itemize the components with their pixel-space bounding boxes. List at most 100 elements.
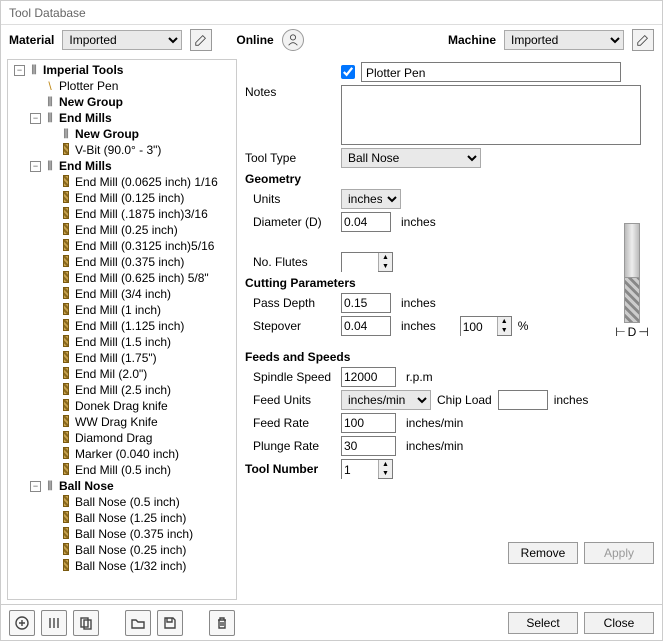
tree-node[interactable]: End Mill (0.3125 inch)5/16 [12, 238, 236, 254]
stepover-pct-spinner[interactable]: ▲▼ [460, 316, 512, 336]
endmill-icon [59, 271, 73, 286]
tree-node[interactable]: −⦀End Mills [12, 110, 236, 126]
tooltype-select[interactable]: Ball Nose [341, 148, 481, 168]
tree-node[interactable]: −⦀Imperial Tools [12, 62, 236, 78]
add-tool-button[interactable] [9, 610, 35, 636]
tree-node[interactable]: Donek Drag knife [12, 398, 236, 414]
tree-node[interactable]: −⦀Ball Nose [12, 478, 236, 494]
tree-node[interactable]: Ball Nose (1.25 inch) [12, 510, 236, 526]
tree-node[interactable]: −⦀End Mills [12, 158, 236, 174]
spin-up-icon[interactable]: ▲ [498, 317, 511, 326]
tree-node[interactable]: Marker (0.040 inch) [12, 446, 236, 462]
chipload-unit: inches [554, 393, 589, 407]
diameter-input[interactable] [341, 212, 391, 232]
units-select[interactable]: inches [341, 189, 401, 209]
tree-node[interactable]: End Mill (0.0625 inch) 1/16 [12, 174, 236, 190]
feedrate-input[interactable] [341, 413, 396, 433]
save-button[interactable] [157, 610, 183, 636]
endmill-icon [59, 303, 73, 318]
tree-node[interactable]: End Mill (3/4 inch) [12, 286, 236, 302]
endmill-icon [59, 559, 73, 574]
tree-node[interactable]: End Mill (1.125 inch) [12, 318, 236, 334]
chipload-input[interactable] [498, 390, 548, 410]
edit-material-button[interactable] [190, 29, 212, 51]
tree-node[interactable]: WW Drag Knife [12, 414, 236, 430]
tree-label: V-Bit (90.0° - 3") [75, 143, 161, 157]
group-icon: ⦀ [43, 95, 57, 110]
tree-label: Ball Nose (1/32 inch) [75, 559, 186, 573]
tree-node[interactable]: End Mill (0.375 inch) [12, 254, 236, 270]
spin-down-icon[interactable]: ▼ [498, 326, 511, 335]
tree-label: End Mill (0.0625 inch) 1/16 [75, 175, 218, 189]
tree-node[interactable]: ⦀New Group [12, 94, 236, 110]
tree-node[interactable]: End Mill (1.75") [12, 350, 236, 366]
tree-node[interactable]: ⦀New Group [12, 126, 236, 142]
spin-down-icon[interactable]: ▼ [379, 469, 392, 478]
tree-node[interactable]: Ball Nose (0.25 inch) [12, 542, 236, 558]
tree-node[interactable]: End Mill (1 inch) [12, 302, 236, 318]
tree-node[interactable]: Ball Nose (1/32 inch) [12, 558, 236, 574]
open-folder-button[interactable] [125, 610, 151, 636]
tree-label: End Mill (0.375 inch) [75, 255, 184, 269]
tree-node[interactable]: End Mil (2.0") [12, 366, 236, 382]
expand-icon[interactable]: − [30, 481, 41, 492]
expand-icon[interactable]: − [30, 113, 41, 124]
tree-node[interactable]: End Mill (0.625 inch) 5/8" [12, 270, 236, 286]
noflutes-spinner[interactable]: ▲▼ [341, 252, 393, 272]
group-icon: ⦀ [43, 111, 57, 126]
tree-node[interactable]: End Mill (0.25 inch) [12, 222, 236, 238]
chipload-label: Chip Load [437, 393, 492, 407]
spin-down-icon[interactable]: ▼ [379, 262, 392, 271]
tool-name-checkbox[interactable] [341, 65, 355, 79]
spindle-input[interactable] [341, 367, 396, 387]
notes-textarea[interactable] [341, 85, 641, 145]
material-select[interactable]: Imported [62, 30, 182, 50]
apply-button[interactable]: Apply [584, 542, 654, 564]
noflutes-input[interactable] [342, 253, 378, 273]
delete-button[interactable] [209, 610, 235, 636]
endmill-icon [59, 527, 73, 542]
tool-tree[interactable]: −⦀Imperial ToolsPlotter Pen⦀New Group−⦀E… [8, 60, 236, 599]
stepover-pct-input[interactable] [461, 317, 497, 337]
tree-label: Donek Drag knife [75, 399, 168, 413]
tree-node[interactable]: End Mill (0.5 inch) [12, 462, 236, 478]
stepover-input[interactable] [341, 316, 391, 336]
tool-name-field[interactable]: Plotter Pen [361, 62, 621, 82]
plunge-input[interactable] [341, 436, 396, 456]
tree-node[interactable]: Plotter Pen [12, 78, 236, 94]
feedunits-label: Feed Units [245, 393, 335, 407]
endmill-icon [59, 415, 73, 430]
tree-node[interactable]: End Mill (0.125 inch) [12, 190, 236, 206]
tree-node[interactable]: Diamond Drag [12, 430, 236, 446]
select-button[interactable]: Select [508, 612, 578, 634]
online-user-icon[interactable] [282, 29, 304, 51]
endmill-icon [59, 319, 73, 334]
close-button[interactable]: Close [584, 612, 654, 634]
machine-select[interactable]: Imported [504, 30, 624, 50]
toolnum-spinner[interactable]: ▲▼ [341, 459, 393, 479]
passdepth-input[interactable] [341, 293, 391, 313]
copy-tool-button[interactable] [73, 610, 99, 636]
tree-label: New Group [75, 127, 139, 141]
new-group-button[interactable] [41, 610, 67, 636]
cutting-heading: Cutting Parameters [245, 276, 654, 290]
spindle-label: Spindle Speed [245, 370, 335, 384]
toolnum-input[interactable] [342, 460, 378, 480]
window-titlebar: Tool Database [1, 1, 662, 25]
expand-icon[interactable]: − [30, 161, 41, 172]
expand-icon[interactable]: − [14, 65, 25, 76]
spin-up-icon[interactable]: ▲ [379, 460, 392, 469]
tree-node[interactable]: End Mill (1.5 inch) [12, 334, 236, 350]
remove-button[interactable]: Remove [508, 542, 578, 564]
tree-node[interactable]: End Mill (.1875 inch)3/16 [12, 206, 236, 222]
spin-up-icon[interactable]: ▲ [379, 253, 392, 262]
feedunits-select[interactable]: inches/min [341, 390, 431, 410]
diameter-label: Diameter (D) [245, 215, 335, 229]
endmill-icon [59, 511, 73, 526]
tree-node[interactable]: Ball Nose (0.375 inch) [12, 526, 236, 542]
tree-node[interactable]: End Mill (2.5 inch) [12, 382, 236, 398]
toolnum-label: Tool Number [245, 462, 335, 476]
tree-node[interactable]: V-Bit (90.0° - 3") [12, 142, 236, 158]
edit-machine-button[interactable] [632, 29, 654, 51]
tree-node[interactable]: Ball Nose (0.5 inch) [12, 494, 236, 510]
